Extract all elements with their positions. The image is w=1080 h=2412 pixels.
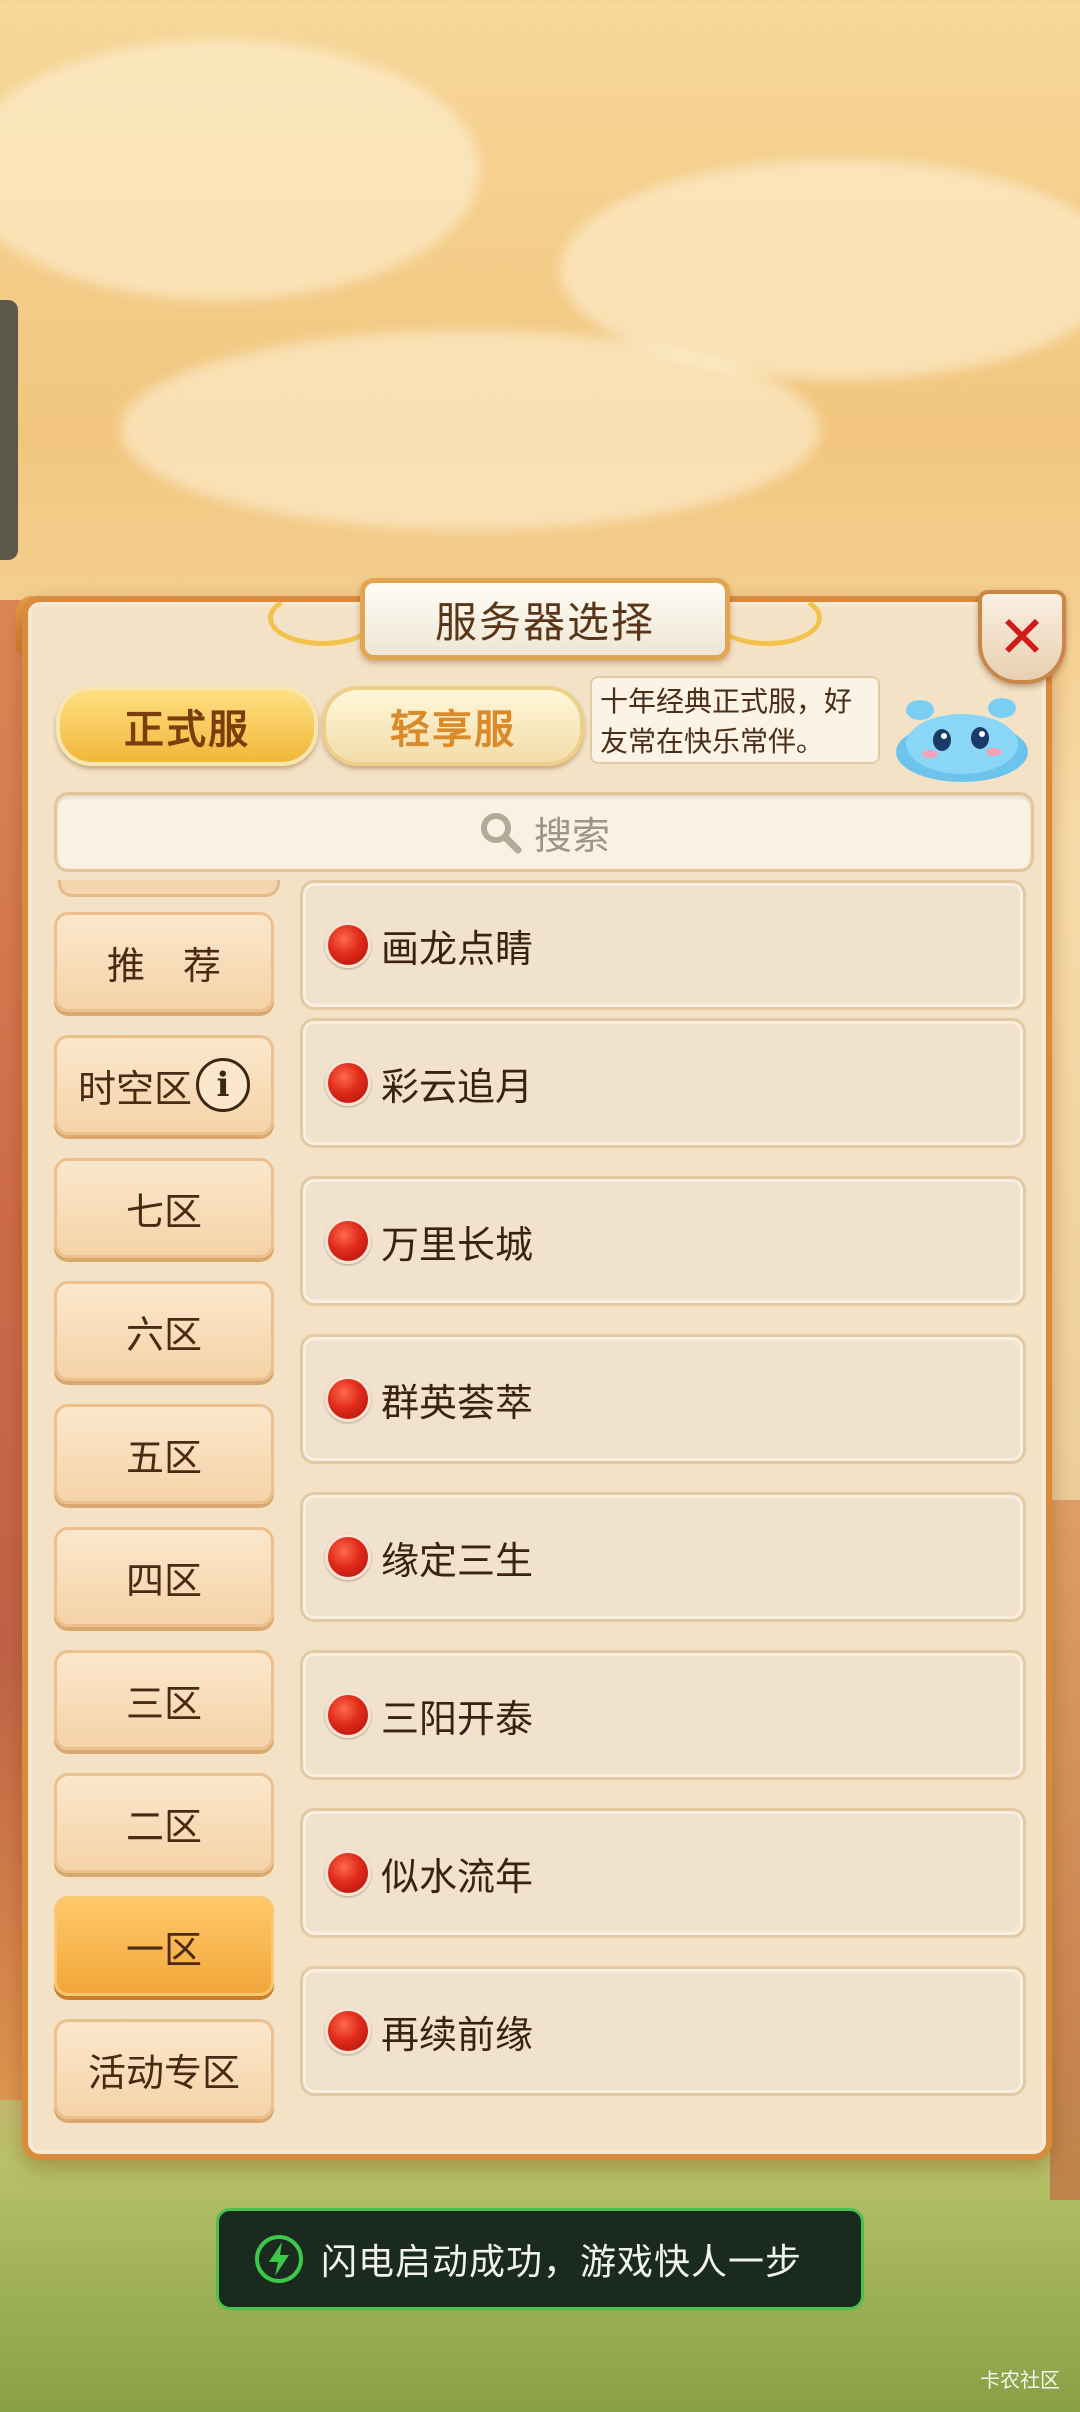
server-status-dot [325, 1534, 371, 1580]
category-zone-3[interactable]: 三区 [54, 1650, 274, 1750]
category-label: 六区 [125, 1312, 202, 1357]
toast-text: 闪电启动成功，游戏快人一步 [321, 2242, 803, 2283]
category-event-zone[interactable]: 活动专区 [54, 2019, 274, 2119]
category-label: 三区 [125, 1681, 202, 1726]
server-status-dot [325, 1218, 371, 1264]
tab-label: 轻享服 [390, 707, 516, 753]
server-item[interactable]: 群英荟萃 [300, 1334, 1026, 1464]
mascot-icon [896, 698, 1028, 782]
server-status-dot [325, 2008, 371, 2054]
server-status-dot [325, 1692, 371, 1738]
background-tree-right [1050, 1500, 1080, 2200]
category-label: 四区 [125, 1558, 202, 1603]
tip-bubble: 十年经典正式服，好 友常在快乐常伴。 [590, 676, 880, 764]
close-button[interactable]: ✕ [978, 590, 1066, 684]
server-name: 三阳开泰 [381, 1696, 534, 1741]
category-label: 五区 [125, 1435, 202, 1480]
server-name: 画龙点睛 [381, 926, 534, 971]
server-name: 似水流年 [381, 1854, 534, 1899]
server-status-dot [325, 922, 371, 968]
category-label: 一区 [125, 1927, 202, 1972]
background-cloud [0, 40, 480, 300]
category-zone-1[interactable]: 一区 [54, 1896, 274, 1996]
category-zone-4[interactable]: 四区 [54, 1527, 274, 1627]
server-item[interactable]: 彩云追月 [300, 1018, 1026, 1148]
category-label: 二区 [125, 1804, 202, 1849]
server-item[interactable]: 缘定三生 [300, 1492, 1026, 1622]
tab-official-server[interactable]: 正式服 [56, 686, 318, 766]
search-input[interactable]: 搜索 [54, 792, 1034, 872]
dialog-title-plate: 服务器选择 [360, 578, 730, 660]
server-name: 群英荟萃 [381, 1380, 534, 1425]
server-item[interactable]: 画龙点睛 [300, 880, 1026, 1010]
server-status-dot [325, 1850, 371, 1896]
tab-light-server[interactable]: 轻享服 [322, 686, 584, 766]
server-status-dot [325, 1376, 371, 1422]
server-name: 缘定三生 [381, 1538, 534, 1583]
category-label: 七区 [125, 1189, 202, 1234]
category-recommend[interactable]: 推 荐 [54, 912, 274, 1012]
category-label: 活动专区 [87, 2050, 240, 2095]
tab-label: 正式服 [124, 707, 250, 753]
category-label: 时空区 [77, 1066, 192, 1111]
zone-category-list[interactable]: 推 荐 时空区 i 七区 六区 五区 四区 三区 二区 一区 活动专区 [54, 880, 280, 2130]
server-item[interactable]: 似水流年 [300, 1808, 1026, 1938]
server-status-dot [325, 1060, 371, 1106]
close-icon: ✕ [997, 603, 1047, 671]
dialog-title: 服务器选择 [434, 597, 655, 647]
category-zone-6[interactable]: 六区 [54, 1281, 274, 1381]
server-item[interactable]: 三阳开泰 [300, 1650, 1026, 1780]
tip-line-1: 十年经典正式服，好 [600, 685, 853, 718]
category-zone-2[interactable]: 二区 [54, 1773, 274, 1873]
server-name: 万里长城 [381, 1222, 534, 1267]
category-item-partial [58, 880, 280, 897]
server-item[interactable]: 再续前缘 [300, 1966, 1026, 2096]
server-name: 再续前缘 [381, 2012, 534, 2057]
background-cloud [120, 330, 820, 530]
category-zone-5[interactable]: 五区 [54, 1404, 274, 1504]
category-label: 推 荐 [106, 943, 221, 988]
category-zone-7[interactable]: 七区 [54, 1158, 274, 1258]
search-placeholder: 搜索 [533, 813, 610, 858]
launch-success-toast: 闪电启动成功，游戏快人一步 [216, 2208, 864, 2310]
info-icon[interactable]: i [196, 1058, 250, 1112]
tip-line-2: 友常在快乐常伴。 [600, 725, 825, 758]
side-edge-handle[interactable] [0, 300, 18, 560]
server-item[interactable]: 万里长城 [300, 1176, 1026, 1306]
watermark: 卡农社区 [980, 2368, 1060, 2392]
lightning-icon [255, 2235, 303, 2283]
category-spacetime[interactable]: 时空区 i [54, 1035, 274, 1135]
search-icon [480, 813, 522, 854]
server-name: 彩云追月 [381, 1064, 534, 1109]
